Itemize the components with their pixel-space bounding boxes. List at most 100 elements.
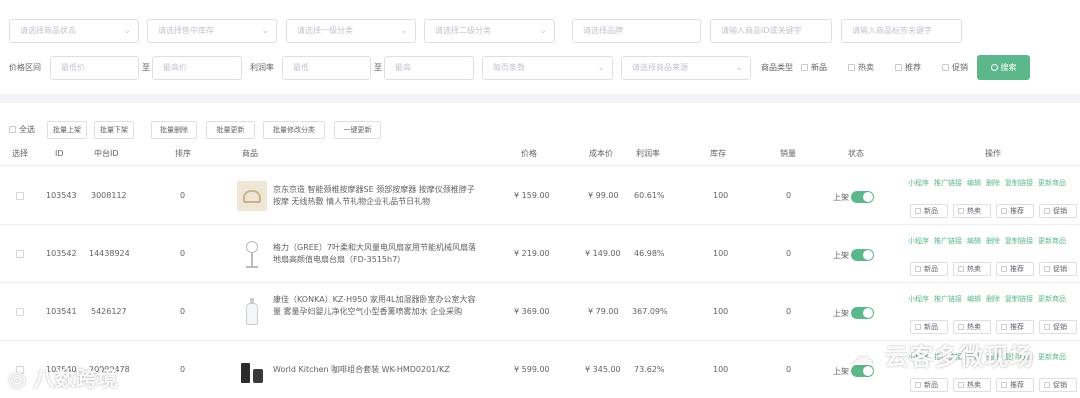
cell-stock: 100 — [713, 249, 729, 258]
copy-link[interactable]: 复制链接 — [1005, 179, 1033, 187]
brand-input[interactable]: 请选择品牌 — [572, 19, 701, 43]
checkbox-icon — [915, 266, 921, 272]
status-toggle[interactable]: 上架 — [833, 307, 874, 319]
one-click-update-button[interactable]: 一键更新 — [334, 121, 381, 139]
product-id-input[interactable]: 请输入商品ID或关键字 — [710, 19, 832, 43]
miniprogram-link[interactable]: 小程序 — [908, 237, 929, 245]
batch-delete-button[interactable]: 批量删除 — [151, 121, 197, 139]
status-label: 上架 — [833, 251, 849, 260]
update-product-link[interactable]: 更新商品 — [1038, 179, 1066, 187]
checkbox-icon — [848, 64, 855, 71]
profit-min-input[interactable]: 最低 — [282, 56, 371, 80]
chevron-down-icon: ⌄ — [735, 63, 743, 73]
update-product-link[interactable]: 更新商品 — [1038, 237, 1066, 245]
promo-link[interactable]: 推广链接 — [934, 237, 962, 245]
copy-link[interactable]: 复制链接 — [1005, 237, 1033, 245]
cell-price: ¥ 599.00 — [514, 365, 550, 374]
tag-recommend-button[interactable]: 推荐 — [996, 262, 1034, 276]
tag-new-button[interactable]: 新品 — [910, 262, 948, 276]
delete-link[interactable]: 删除 — [986, 179, 1000, 187]
tag-hot-button[interactable]: 热卖 — [953, 378, 991, 392]
batch-delist-button[interactable]: 批量下架 — [94, 121, 134, 139]
checkbox-icon — [942, 64, 949, 71]
table-row: 103541 5426127 0 康佳（KONKA）KZ-H950 家用4L加湿… — [0, 283, 1080, 341]
toggle-switch[interactable] — [851, 307, 874, 319]
table-row: 103542 14438924 0 格力（GREE）7叶柔和大风量电风扇家用节能… — [0, 225, 1080, 283]
batch-change-category-button[interactable]: 批量修改分类 — [263, 121, 325, 139]
copy-link[interactable]: 复制链接 — [1005, 295, 1033, 303]
tag-recommend-button[interactable]: 推荐 — [996, 204, 1034, 218]
row-checkbox[interactable] — [16, 308, 24, 316]
type-hot-label: 热卖 — [858, 63, 874, 72]
watermark-right-text: 云客多微现场 — [884, 343, 1035, 371]
checkbox-icon — [895, 64, 902, 71]
tag-promo-label: 促销 — [1053, 265, 1067, 273]
cell-sort: 0 — [180, 249, 186, 258]
batch-list-button[interactable]: 批量上架 — [47, 121, 87, 139]
profit-to-label: 至 — [374, 63, 382, 72]
tag-recommend-button[interactable]: 推荐 — [996, 378, 1034, 392]
delete-link[interactable]: 删除 — [986, 295, 1000, 303]
select-all-checkbox[interactable]: 全选 — [9, 124, 35, 135]
status-select-placeholder: 请选择商品状态 — [20, 26, 76, 35]
profit-max-input[interactable]: 最高 — [384, 56, 474, 80]
product-type-label: 商品类型 — [761, 63, 793, 72]
tag-promo-button[interactable]: 促销 — [1039, 204, 1077, 218]
toggle-switch[interactable] — [851, 191, 874, 203]
tag-keyword-input[interactable]: 请输入商品标签关键字 — [841, 19, 962, 43]
cell-margin: 367.09% — [632, 307, 668, 316]
stock-select[interactable]: 请选择售中库存 ⌄ — [147, 19, 277, 43]
tag-promo-button[interactable]: 促销 — [1039, 262, 1077, 276]
price-min-input[interactable]: 最低价 — [50, 56, 139, 80]
cell-cost: ¥ 99.00 — [588, 191, 619, 200]
tag-recommend-label: 推荐 — [1010, 381, 1024, 389]
tag-new-label: 新品 — [924, 381, 938, 389]
tag-new-button[interactable]: 新品 — [910, 204, 948, 218]
tag-new-button[interactable]: 新品 — [910, 320, 948, 334]
type-hot-checkbox[interactable]: 热卖 — [848, 56, 874, 80]
cell-margin: 60.61% — [634, 191, 665, 200]
row-checkbox[interactable] — [16, 192, 24, 200]
page-size-select[interactable]: 每页条数 ⌄ — [482, 56, 613, 80]
tag-recommend-button[interactable]: 推荐 — [996, 320, 1034, 334]
status-toggle[interactable]: 上架 — [833, 191, 874, 203]
search-button[interactable]: 搜索 — [977, 55, 1030, 80]
edit-link[interactable]: 编辑 — [967, 237, 981, 245]
tag-hot-label: 热卖 — [967, 323, 981, 331]
tag-hot-label: 热卖 — [967, 381, 981, 389]
source-select[interactable]: 请选择商品来源 ⌄ — [621, 56, 751, 80]
type-recommend-checkbox[interactable]: 推荐 — [895, 56, 921, 80]
status-select[interactable]: 请选择商品状态 ⌄ — [9, 19, 139, 43]
delete-link[interactable]: 删除 — [986, 237, 1000, 245]
type-promo-checkbox[interactable]: 促销 — [942, 56, 968, 80]
miniprogram-link[interactable]: 小程序 — [908, 295, 929, 303]
tag-hot-button[interactable]: 热卖 — [953, 204, 991, 218]
chevron-down-icon: ⌄ — [539, 26, 547, 36]
price-max-input[interactable]: 最高价 — [152, 56, 242, 80]
update-product-link[interactable]: 更新商品 — [1038, 353, 1066, 361]
tag-hot-button[interactable]: 热卖 — [953, 262, 991, 276]
price-to-label: 至 — [142, 63, 150, 72]
update-product-link[interactable]: 更新商品 — [1038, 295, 1066, 303]
category2-select[interactable]: 请选择二级分类 ⌄ — [424, 19, 555, 43]
promo-link[interactable]: 推广链接 — [934, 179, 962, 187]
tag-hot-button[interactable]: 热卖 — [953, 320, 991, 334]
edit-link[interactable]: 编辑 — [967, 295, 981, 303]
tag-promo-button[interactable]: 促销 — [1039, 378, 1077, 392]
row-checkbox[interactable] — [16, 250, 24, 258]
miniprogram-link[interactable]: 小程序 — [908, 179, 929, 187]
status-toggle[interactable]: 上架 — [833, 249, 874, 261]
tag-new-button[interactable]: 新品 — [910, 378, 948, 392]
cell-sales: 0 — [786, 191, 792, 200]
stock-select-placeholder: 请选择售中库存 — [158, 26, 214, 35]
edit-link[interactable]: 编辑 — [967, 179, 981, 187]
batch-update-button[interactable]: 批量更新 — [206, 121, 255, 139]
toggle-switch[interactable] — [851, 249, 874, 261]
cell-mid: 14438924 — [89, 249, 130, 258]
promo-link[interactable]: 推广链接 — [934, 295, 962, 303]
tag-promo-button[interactable]: 促销 — [1039, 320, 1077, 334]
type-new-checkbox[interactable]: 新品 — [801, 56, 827, 80]
row-tag-buttons: 新品 热卖 推荐 促销 — [910, 320, 1080, 334]
chevron-down-icon: ⌄ — [597, 63, 605, 73]
category1-select[interactable]: 请选择一级分类 ⌄ — [286, 19, 416, 43]
